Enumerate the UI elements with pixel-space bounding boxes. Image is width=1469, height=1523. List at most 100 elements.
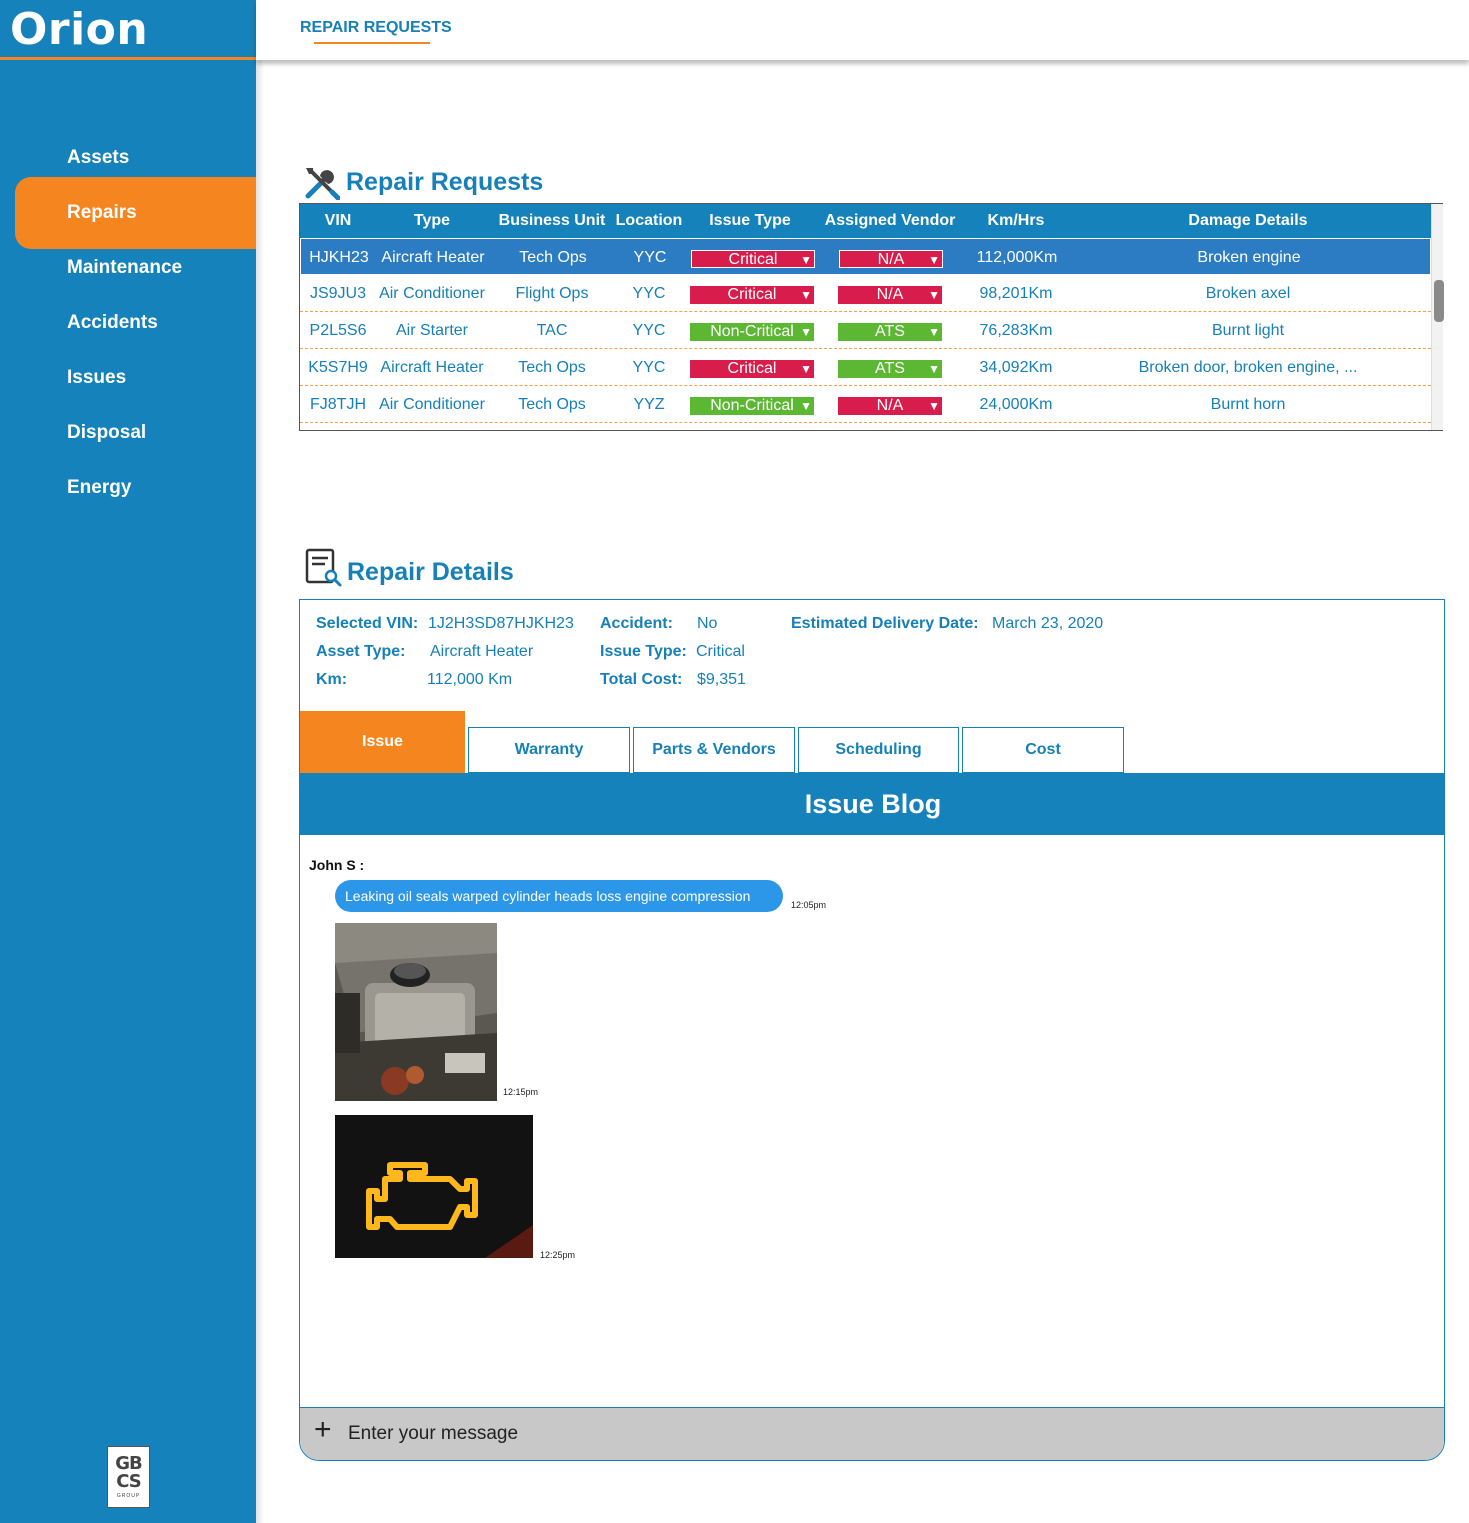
accident-label: Accident: bbox=[600, 615, 673, 632]
table-row[interactable]: HJKH23 Aircraft Heater Tech Ops YYC 112,000K… bbox=[300, 238, 1431, 275]
repair-requests-title: Repair Requests bbox=[346, 168, 544, 196]
assigned-vendor-dropdown[interactable]: N/A ▼ bbox=[838, 286, 942, 304]
sidebar-item-energy[interactable]: Energy bbox=[15, 452, 256, 524]
cell-damage-details: Broken engine bbox=[1197, 249, 1301, 266]
table-row[interactable]: FJ8TJH Air Conditioner Tech Ops YYZ 24,000Km… bbox=[300, 386, 1431, 423]
assigned-vendor-dropdown[interactable]: N/A ▼ bbox=[839, 250, 943, 268]
cell-vin: P2L5S6 bbox=[309, 322, 367, 339]
table-scrollbar-thumb[interactable] bbox=[1434, 280, 1444, 322]
cell-vin: FJ8TJH bbox=[310, 396, 366, 413]
tab-warranty[interactable]: Warranty bbox=[468, 727, 630, 773]
cell-business-unit: Tech Ops bbox=[518, 359, 586, 376]
plus-icon[interactable]: + bbox=[314, 1414, 332, 1446]
cell-damage-details: Burnt horn bbox=[1210, 396, 1286, 413]
cell-km: 112,000Km bbox=[976, 249, 1058, 266]
cell-vin: JS9JU3 bbox=[309, 285, 367, 302]
cell-km: 24,000Km bbox=[979, 396, 1053, 413]
assigned-vendor-dropdown[interactable]: ATS ▼ bbox=[838, 360, 942, 378]
company-logo: GB CS GROUP bbox=[107, 1446, 150, 1508]
delivery-date-value: March 23, 2020 bbox=[992, 615, 1104, 632]
issue-type-dropdown[interactable]: Non-Critical ▼ bbox=[690, 323, 814, 341]
asset-type-label: Asset Type: bbox=[316, 643, 406, 660]
accident-value: No bbox=[697, 615, 718, 632]
chevron-down-icon: ▼ bbox=[928, 325, 940, 339]
column-header-business-unit[interactable]: Business Unit bbox=[496, 212, 608, 230]
total-cost-value: $9,351 bbox=[697, 671, 746, 688]
photo-time: 12:25pm bbox=[540, 1250, 576, 1260]
message-author: John S : bbox=[309, 857, 365, 873]
issue-blog-header: Issue Blog bbox=[300, 773, 1444, 835]
table-row[interactable]: P2L5S6 Air Starter TAC YYC 76,283Km Burnt lig… bbox=[300, 312, 1431, 349]
chevron-down-icon: ▼ bbox=[800, 399, 812, 413]
column-header-location[interactable]: Location bbox=[612, 212, 686, 230]
cell-business-unit: Flight Ops bbox=[515, 285, 589, 302]
assigned-vendor-value: N/A bbox=[876, 397, 904, 414]
table-scrollbar[interactable] bbox=[1431, 204, 1444, 430]
message-input[interactable] bbox=[348, 1421, 1048, 1447]
issue-type-value: Critical bbox=[727, 360, 777, 377]
assigned-vendor-value: ATS bbox=[875, 323, 905, 340]
message-bubble: Leaking oil seals warped cylinder heads … bbox=[335, 880, 783, 912]
column-header-damage-details[interactable]: Damage Details bbox=[1100, 212, 1396, 230]
cell-business-unit: Tech Ops bbox=[519, 249, 587, 266]
cell-damage-details: Broken door, broken engine, ... bbox=[1138, 359, 1358, 376]
tab-cost[interactable]: Cost bbox=[962, 727, 1124, 773]
top-bar: REPAIR REQUESTS bbox=[256, 0, 1469, 60]
tab-issue[interactable]: Issue bbox=[300, 711, 465, 773]
table-row[interactable]: JS9JU3 Air Conditioner Flight Ops YYC 98,201… bbox=[300, 275, 1431, 312]
cell-type: Aircraft Heater bbox=[380, 359, 484, 376]
column-header-vin[interactable]: VIN bbox=[308, 212, 368, 230]
cell-km: 98,201Km bbox=[979, 285, 1053, 302]
engine-photo-image bbox=[335, 923, 497, 1101]
assigned-vendor-dropdown[interactable]: ATS ▼ bbox=[838, 323, 942, 341]
cell-business-unit: Tech Ops bbox=[518, 396, 586, 413]
chevron-down-icon: ▼ bbox=[800, 288, 812, 302]
tab-parts-vendors[interactable]: Parts & Vendors bbox=[633, 727, 795, 773]
cell-damage-details: Burnt light bbox=[1211, 322, 1285, 339]
issue-type-value: Critical bbox=[728, 251, 778, 268]
issue-type-dropdown[interactable]: Non-Critical ▼ bbox=[690, 397, 814, 415]
logo-line-3: GROUP bbox=[116, 1493, 141, 1499]
active-tab-underline bbox=[314, 42, 430, 44]
cell-km: 76,283Km bbox=[979, 322, 1053, 339]
cell-location: YYC bbox=[632, 322, 666, 339]
tab-repair-requests[interactable]: REPAIR REQUESTS bbox=[300, 19, 452, 37]
check-engine-light-photo[interactable] bbox=[335, 1115, 533, 1258]
column-header-assigned-vendor[interactable]: Assigned Vendor bbox=[820, 212, 960, 230]
issue-type-value: Critical bbox=[696, 643, 745, 660]
delivery-date-label: Estimated Delivery Date: bbox=[791, 615, 979, 632]
cell-vin: K5S7H9 bbox=[308, 359, 368, 376]
issue-type-dropdown[interactable]: Critical ▼ bbox=[690, 360, 814, 378]
sidebar-shadow bbox=[256, 60, 264, 1523]
selected-vin-label: Selected VIN: bbox=[316, 615, 419, 632]
message-compose-bar: + bbox=[300, 1407, 1444, 1460]
assigned-vendor-dropdown[interactable]: N/A ▼ bbox=[838, 397, 942, 415]
engine-photo[interactable] bbox=[335, 923, 497, 1101]
km-value: 112,000 Km bbox=[427, 671, 513, 688]
cell-business-unit: TAC bbox=[536, 322, 568, 339]
issue-type-dropdown[interactable]: Critical ▼ bbox=[690, 286, 814, 304]
issue-type-dropdown[interactable]: Critical ▼ bbox=[691, 250, 815, 268]
table-row[interactable]: K5S7H9 Aircraft Heater Tech Ops YYC 34,092Km… bbox=[300, 349, 1431, 386]
cell-type: Air Starter bbox=[395, 322, 468, 339]
sidebar: Orion Assets Repairs Maintenance Acciden… bbox=[0, 0, 256, 1523]
cell-damage-details: Broken axel bbox=[1205, 285, 1291, 302]
tools-icon bbox=[305, 168, 340, 200]
message-time: 12:05pm bbox=[791, 900, 827, 910]
document-search-icon bbox=[305, 548, 342, 587]
brand-header: Orion bbox=[0, 0, 256, 60]
cell-vin: HJKH23 bbox=[309, 249, 369, 266]
logo-line-2: CS bbox=[116, 1471, 141, 1492]
cell-location: YYZ bbox=[633, 396, 665, 413]
column-header-km-hrs[interactable]: Km/Hrs bbox=[964, 212, 1068, 230]
chevron-down-icon: ▼ bbox=[928, 288, 940, 302]
column-header-issue-type[interactable]: Issue Type bbox=[690, 212, 810, 230]
photo-time: 12:15pm bbox=[503, 1087, 539, 1097]
chevron-down-icon: ▼ bbox=[800, 325, 812, 339]
column-header-type[interactable]: Type bbox=[372, 212, 492, 230]
asset-type-value: Aircraft Heater bbox=[430, 643, 534, 660]
chevron-down-icon: ▼ bbox=[928, 362, 940, 376]
assigned-vendor-value: N/A bbox=[876, 286, 904, 303]
repair-requests-table: VIN Type Business Unit Location Issue Ty… bbox=[299, 203, 1444, 431]
tab-scheduling[interactable]: Scheduling bbox=[798, 727, 959, 773]
